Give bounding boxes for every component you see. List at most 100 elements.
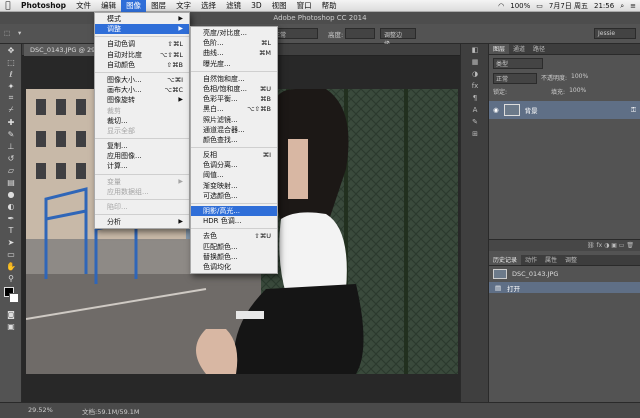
menu-help[interactable]: 帮助 [317, 0, 342, 12]
adjust-menu-item[interactable]: 色彩平衡... ⌘B [191, 94, 277, 104]
adjust-menu-item[interactable]: 阈值... [191, 170, 277, 180]
screen-mode-icon[interactable]: ▣ [0, 320, 22, 332]
quick-mask-icon[interactable]: ◙ [0, 308, 22, 320]
eyedropper-icon[interactable]: ⌿ [0, 104, 22, 116]
layer-row-background[interactable]: ◉ 背景 ⚿ [489, 101, 640, 119]
adjust-menu-item[interactable]: HDR 色调... [191, 216, 277, 226]
refine-edge-button[interactable]: 调整边缘... [380, 28, 416, 48]
height-input[interactable] [345, 28, 375, 39]
adjust-menu-item[interactable]: 通道混合器... [191, 125, 277, 135]
image-menu-item[interactable]: 分析 ▶ [95, 217, 189, 227]
background-color[interactable] [9, 293, 19, 303]
tab-adjustments[interactable]: 调整 [561, 255, 581, 265]
history-snapshot[interactable]: DSC_0143.JPG [489, 266, 640, 282]
menu-type[interactable]: 文字 [171, 0, 196, 12]
adjust-menu-item[interactable]: 渐变映射... [191, 181, 277, 191]
menu-view[interactable]: 视图 [267, 0, 292, 12]
crop-tool-icon[interactable]: ⌗ [0, 92, 22, 104]
adjust-menu-item[interactable]: 亮度/对比度... [191, 28, 277, 38]
image-menu-item[interactable]: 模式 ▶ [95, 14, 189, 24]
brush-tool-icon[interactable]: ✎ [0, 128, 22, 140]
workspace-select[interactable]: Jessie [594, 28, 636, 39]
adjust-menu-item[interactable]: 照片滤镜... [191, 115, 277, 125]
adjust-menu-item[interactable]: 自然饱和度... [191, 74, 277, 84]
tab-actions[interactable]: 动作 [521, 255, 541, 265]
pen-tool-icon[interactable]: ✒ [0, 212, 22, 224]
tab-properties[interactable]: 属性 [541, 255, 561, 265]
zoom-tool-icon[interactable]: ⚲ [0, 272, 22, 284]
move-tool-icon[interactable]: ✥ [0, 44, 22, 56]
adjust-menu-item[interactable]: 匹配颜色... [191, 242, 277, 252]
image-menu-item[interactable]: 计算... [95, 161, 189, 171]
menu-select[interactable]: 选择 [196, 0, 221, 12]
image-menu-item[interactable]: 复制... [95, 141, 189, 151]
tab-layers[interactable]: 图层 [489, 44, 510, 54]
color-panel-icon[interactable]: ◧ [461, 44, 489, 56]
color-swatches[interactable] [0, 284, 21, 308]
battery-icon[interactable]: ▭ [536, 0, 543, 12]
magic-wand-icon[interactable]: ✦ [0, 80, 22, 92]
character-panel-icon[interactable]: A [461, 104, 489, 116]
image-menu-item[interactable]: 图像旋转 ▶ [95, 95, 189, 105]
gradient-tool-icon[interactable]: ▤ [0, 176, 22, 188]
adjust-menu-item[interactable]: 曝光度... [191, 59, 277, 69]
clock-time[interactable]: 21:56 [594, 0, 614, 12]
adjust-menu-item[interactable]: 去色 ⇧⌘U [191, 231, 277, 241]
blend-mode-select[interactable]: 正常 [493, 73, 537, 84]
menu-window[interactable]: 窗口 [292, 0, 317, 12]
wifi-icon[interactable]: ◠ [498, 0, 504, 12]
list-icon[interactable]: ≡ [630, 0, 636, 12]
hand-tool-icon[interactable]: ✋ [0, 260, 22, 272]
clone-stamp-icon[interactable]: ⊥ [0, 140, 22, 152]
history-item[interactable]: ▤ 打开 [489, 282, 640, 293]
image-menu-item[interactable]: 自动颜色 ⇧⌘B [95, 60, 189, 70]
lasso-tool-icon[interactable]: ℓ [0, 68, 22, 80]
marquee-tool-icon[interactable]: ⬚ [4, 29, 10, 37]
chevron-down-icon[interactable]: ▾ [18, 29, 21, 37]
adjust-menu-item[interactable]: 色调分离... [191, 160, 277, 170]
menu-edit[interactable]: 编辑 [96, 0, 121, 12]
tab-channels[interactable]: 通道 [509, 44, 529, 54]
tab-paths[interactable]: 路径 [529, 44, 549, 54]
adjust-menu-item[interactable]: 替换颜色... [191, 252, 277, 262]
clock-date[interactable]: 7月7日 周五 [549, 0, 588, 12]
layer-kind-select[interactable]: 类型 [493, 58, 543, 69]
app-menu[interactable]: Photoshop [16, 0, 71, 12]
image-menu-item[interactable]: 图像大小... ⌥⌘I [95, 75, 189, 85]
paragraph-panel-icon[interactable]: ¶ [461, 92, 489, 104]
layers-footer-icons[interactable]: ⛓ fx ◑ ▣ ▭ 🗑 [489, 239, 640, 251]
adjust-menu-item[interactable]: 色调均化 [191, 262, 277, 272]
eye-icon[interactable]: ◉ [493, 106, 499, 114]
eraser-icon[interactable]: ▱ [0, 164, 22, 176]
type-tool-icon[interactable]: T [0, 224, 22, 236]
path-select-icon[interactable]: ➤ [0, 236, 22, 248]
styles-panel-icon[interactable]: fx [461, 80, 489, 92]
adjust-menu-item[interactable]: 颜色查找... [191, 135, 277, 145]
swatches-panel-icon[interactable]: ▦ [461, 56, 489, 68]
marquee-tool-icon[interactable]: ⬚ [0, 56, 22, 68]
adjust-menu-item[interactable]: 阴影/高光... [191, 206, 277, 217]
doc-size[interactable]: 文档:59.1M/59.1M [82, 406, 140, 416]
menu-image[interactable]: 图像 [121, 0, 147, 12]
menu-layer[interactable]: 图层 [146, 0, 171, 12]
fill-value[interactable]: 100% [569, 87, 586, 96]
layer-name[interactable]: 背景 [525, 105, 538, 115]
adjust-menu-item[interactable]: 可选颜色... [191, 191, 277, 201]
adjustments-panel-icon[interactable]: ◑ [461, 68, 489, 80]
blur-tool-icon[interactable]: ● [0, 188, 22, 200]
adjust-menu-item[interactable]: 黑白... ⌥⇧⌘B [191, 104, 277, 114]
adjust-menu-item[interactable]: 曲线... ⌘M [191, 48, 277, 58]
history-brush-icon[interactable]: ↺ [0, 152, 22, 164]
healing-brush-icon[interactable]: ✚ [0, 116, 22, 128]
brush-panel-icon[interactable]: ✎ [461, 116, 489, 128]
image-menu-item[interactable]: 裁切... [95, 116, 189, 126]
search-icon[interactable]: ⌕ [620, 0, 624, 12]
image-menu-item[interactable]: 应用图像... [95, 151, 189, 161]
navigator-panel-icon[interactable]: ⊞ [461, 128, 489, 140]
shape-tool-icon[interactable]: ▭ [0, 248, 22, 260]
image-menu-item[interactable]: 自动对比度 ⌥⇧⌘L [95, 50, 189, 60]
image-menu-item[interactable]: 画布大小... ⌥⌘C [95, 85, 189, 95]
adjust-menu-item[interactable]: 色阶... ⌘L [191, 38, 277, 48]
menu-filter[interactable]: 滤镜 [221, 0, 246, 12]
apple-icon[interactable]:  [0, 1, 16, 11]
